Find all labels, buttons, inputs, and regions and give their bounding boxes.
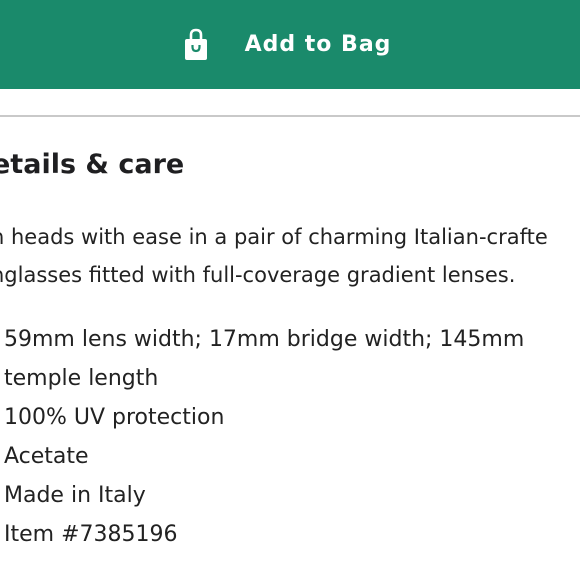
details-care-heading: etails & care xyxy=(0,149,185,180)
spec-item: 100% UV protection xyxy=(4,405,225,430)
product-description: n heads with ease in a pair of charming … xyxy=(0,218,580,294)
spec-item: Acetate xyxy=(4,444,89,469)
shopping-bag-icon xyxy=(184,28,207,60)
description-line: nglasses fitted with full-coverage gradi… xyxy=(0,263,516,287)
add-to-bag-button[interactable]: Add to Bag xyxy=(0,0,580,89)
specs-list: 59mm lens width; 17mm bridge width; 145m… xyxy=(4,320,524,554)
description-line: n heads with ease in a pair of charming … xyxy=(0,225,548,249)
spec-item: Item #7385196 xyxy=(4,522,178,547)
section-divider xyxy=(0,115,580,117)
spec-item: Made in Italy xyxy=(4,483,146,508)
add-to-bag-label: Add to Bag xyxy=(244,32,392,57)
spec-item: 59mm lens width; 17mm bridge width; 145m… xyxy=(4,327,525,352)
product-details-page: Add to Bag etails & care n heads with ea… xyxy=(0,0,580,580)
spec-item: temple length xyxy=(4,366,159,391)
